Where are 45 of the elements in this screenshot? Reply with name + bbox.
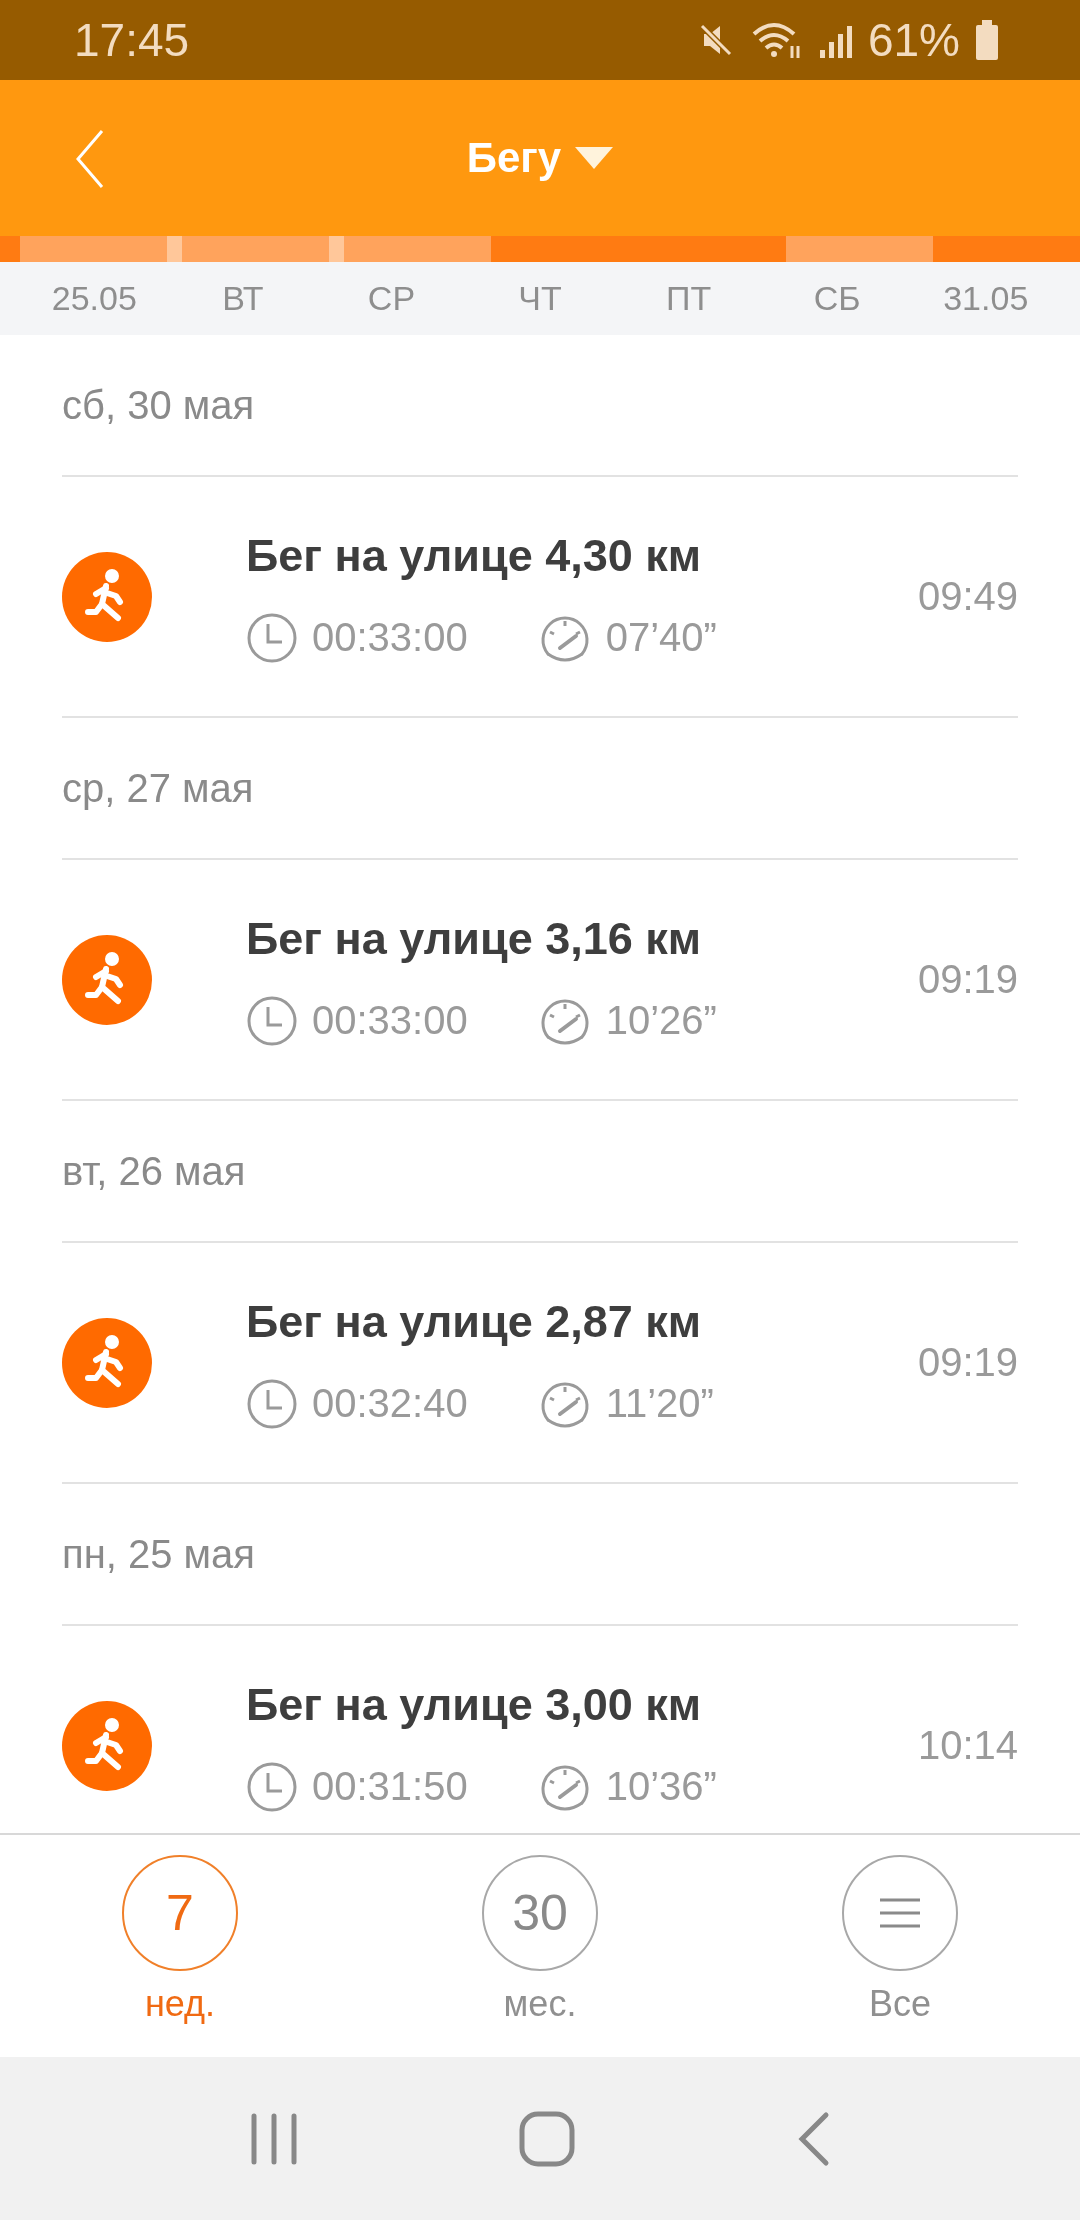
date-heading: вт, 26 мая bbox=[62, 1148, 246, 1194]
pace: 11’20” bbox=[605, 1381, 714, 1426]
pace: 10’36” bbox=[605, 1764, 717, 1809]
clock-icon bbox=[246, 1760, 298, 1813]
start-time: 10:14 bbox=[917, 1723, 1018, 1768]
workout-item[interactable]: Бег на улице 4,30 км 00:33:00 07’40” 09:49 bbox=[62, 477, 1018, 718]
duration: 00:33:00 bbox=[312, 998, 468, 1043]
start-time: 09:19 bbox=[917, 957, 1018, 1002]
home-icon[interactable] bbox=[519, 2110, 575, 2167]
day-label: СБ bbox=[812, 279, 862, 318]
duration: 00:33:00 bbox=[312, 615, 468, 660]
workout-title: Бег на улице 3,00 км bbox=[246, 1678, 703, 1731]
day-label: ЧТ bbox=[517, 279, 563, 318]
date-heading: ср, 27 мая bbox=[62, 765, 254, 811]
battery-icon bbox=[974, 20, 1000, 60]
status-time: 17:45 bbox=[74, 13, 190, 67]
recent-apps-icon[interactable] bbox=[250, 2112, 299, 2165]
clock-icon bbox=[246, 994, 298, 1047]
start-time: 09:49 bbox=[917, 574, 1018, 619]
runner-icon bbox=[62, 1700, 152, 1791]
start-time: 09:19 bbox=[917, 1340, 1018, 1385]
day-label: 31.05 bbox=[942, 279, 1030, 318]
pace: 10’26” bbox=[605, 998, 717, 1043]
day-label: ПТ bbox=[665, 279, 713, 318]
workout-title: Бег на улице 2,87 км bbox=[246, 1295, 703, 1348]
workout-item[interactable]: Бег на улице 3,16 км 00:33:00 10’26” 09:19 bbox=[62, 860, 1018, 1101]
workout-title: Бег на улице 4,30 км bbox=[246, 529, 703, 582]
runner-icon bbox=[62, 1317, 152, 1408]
date-heading: пн, 25 мая bbox=[62, 1531, 255, 1577]
runner-icon bbox=[62, 551, 152, 642]
day-label: ВТ bbox=[221, 279, 265, 318]
caret-icon bbox=[575, 147, 614, 169]
pace: 07’40” bbox=[605, 615, 717, 660]
workout-title: Бег на улице 3,16 км bbox=[246, 912, 703, 965]
day-label: 25.05 bbox=[50, 279, 138, 318]
clock-icon bbox=[246, 611, 298, 664]
duration: 00:31:50 bbox=[312, 1764, 468, 1809]
runner-icon bbox=[62, 934, 152, 1025]
duration: 00:32:40 bbox=[312, 1381, 468, 1426]
clock-icon bbox=[246, 1377, 298, 1430]
battery-percent: 61% bbox=[867, 13, 960, 67]
workout-item[interactable]: Бег на улице 2,87 км 00:32:40 11’20” 09:19 bbox=[62, 1243, 1018, 1484]
date-heading: сб, 30 мая bbox=[62, 382, 255, 428]
list-icon bbox=[878, 1898, 922, 1928]
day-label: СР bbox=[366, 279, 417, 318]
